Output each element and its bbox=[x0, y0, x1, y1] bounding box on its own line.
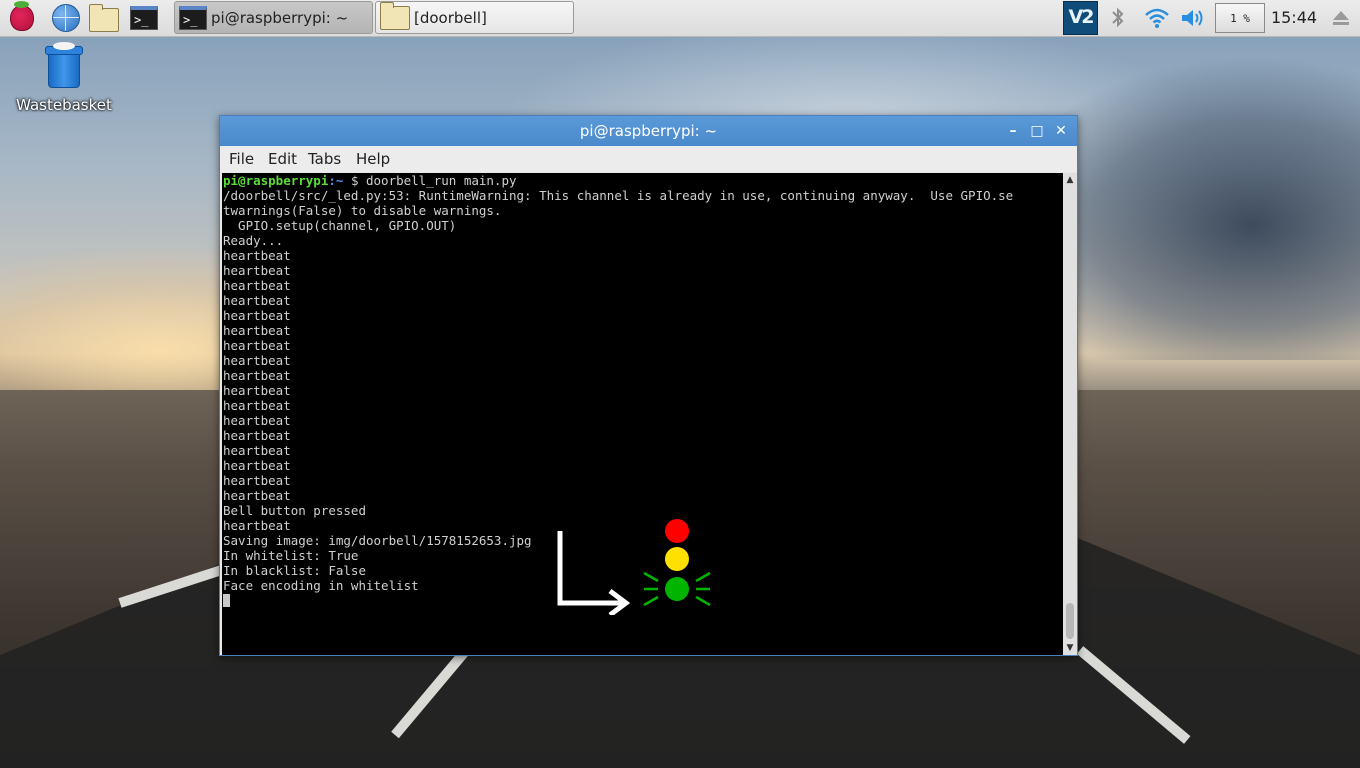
desktop-icon-wastebasket[interactable]: Wastebasket bbox=[14, 42, 114, 114]
window-titlebar[interactable]: pi@raspberrypi: ~ bbox=[220, 116, 1077, 146]
menu-help[interactable]: Help bbox=[356, 146, 390, 172]
terminal-line: heartbeat bbox=[223, 413, 291, 428]
taskbar: >_ >_ pi@raspberrypi: ~ [doorbell] V2 1 … bbox=[0, 0, 1360, 37]
terminal-line: heartbeat bbox=[223, 398, 291, 413]
terminal-line: heartbeat bbox=[223, 428, 291, 443]
terminal-line: heartbeat bbox=[223, 338, 291, 353]
maximize-button[interactable]: □ bbox=[1026, 116, 1048, 146]
terminal-line: heartbeat bbox=[223, 383, 291, 398]
terminal-line: heartbeat bbox=[223, 278, 291, 293]
wifi-icon[interactable] bbox=[1144, 6, 1170, 30]
vnc-server-icon[interactable]: V2 bbox=[1063, 1, 1098, 35]
terminal-line: heartbeat bbox=[223, 488, 291, 503]
prompt-symbol: $ bbox=[343, 173, 366, 188]
task-label: [doorbell] bbox=[414, 8, 487, 27]
text-cursor bbox=[223, 594, 230, 607]
task-label: pi@raspberrypi: ~ bbox=[211, 8, 349, 27]
menu-tabs[interactable]: Tabs bbox=[308, 146, 341, 172]
close-button[interactable]: ✕ bbox=[1050, 116, 1072, 146]
wastebasket-icon bbox=[45, 42, 83, 88]
terminal-line: heartbeat bbox=[223, 263, 291, 278]
desktop-icon-label: Wastebasket bbox=[16, 96, 112, 114]
scroll-down-arrow-icon[interactable]: ▼ bbox=[1063, 641, 1077, 655]
folder-icon bbox=[380, 1, 410, 30]
menu-file[interactable]: File bbox=[229, 146, 254, 172]
red-light-icon bbox=[665, 519, 689, 543]
terminal-line: twarnings(False) to disable warnings. bbox=[223, 203, 502, 218]
scroll-up-arrow-icon[interactable]: ▲ bbox=[1063, 173, 1077, 187]
menu-edit[interactable]: Edit bbox=[268, 146, 297, 172]
terminal-scrollbar[interactable]: ▲ ▼ bbox=[1063, 173, 1077, 655]
yellow-light-icon bbox=[665, 547, 689, 571]
eject-icon[interactable] bbox=[1330, 8, 1352, 28]
annotation-overlay bbox=[550, 515, 720, 617]
raspberry-menu-button[interactable] bbox=[7, 1, 37, 33]
browser-launcher-button[interactable] bbox=[51, 3, 81, 33]
terminal-prompt-line: pi@raspberrypi:~ $ doorbell_run main.py bbox=[222, 173, 1063, 188]
bluetooth-icon[interactable] bbox=[1108, 5, 1128, 31]
terminal-line: heartbeat bbox=[223, 308, 291, 323]
terminal-line: GPIO.setup(channel, GPIO.OUT) bbox=[223, 218, 457, 233]
terminal-line: heartbeat bbox=[223, 458, 291, 473]
terminal-line: Ready... bbox=[223, 233, 284, 248]
folder-icon bbox=[89, 3, 119, 32]
task-button-doorbell-folder[interactable]: [doorbell] bbox=[375, 1, 574, 34]
volume-icon[interactable] bbox=[1180, 6, 1208, 30]
minimize-button[interactable]: – bbox=[1002, 116, 1024, 146]
cpu-usage-monitor[interactable]: 1 % bbox=[1215, 3, 1265, 33]
prompt-user: pi@raspberrypi bbox=[223, 173, 329, 188]
menubar: File Edit Tabs Help bbox=[220, 146, 1077, 172]
prompt-command: doorbell_run main.py bbox=[366, 173, 517, 188]
clock[interactable]: 15:44 bbox=[1268, 0, 1320, 36]
terminal-line: heartbeat bbox=[223, 443, 291, 458]
traffic-light-annotation bbox=[557, 519, 711, 617]
scrollbar-thumb[interactable] bbox=[1066, 603, 1074, 639]
terminal-line: heartbeat bbox=[223, 293, 291, 308]
terminal-line: heartbeat bbox=[223, 323, 291, 338]
terminal-icon: >_ bbox=[130, 6, 158, 30]
terminal-line: heartbeat bbox=[223, 353, 291, 368]
globe-icon bbox=[52, 4, 80, 32]
task-button-terminal[interactable]: >_ pi@raspberrypi: ~ bbox=[174, 1, 373, 34]
prompt-path: :~ bbox=[328, 173, 344, 188]
terminal-line: heartbeat bbox=[223, 368, 291, 383]
window-title: pi@raspberrypi: ~ bbox=[579, 122, 718, 140]
green-light-icon bbox=[665, 577, 689, 601]
terminal-icon: >_ bbox=[179, 5, 207, 30]
terminal-line: heartbeat bbox=[223, 473, 291, 488]
raspberry-icon bbox=[10, 1, 34, 31]
file-manager-launcher-button[interactable] bbox=[89, 3, 119, 33]
terminal-launcher-button[interactable]: >_ bbox=[129, 3, 159, 33]
terminal-line: /doorbell/src/_led.py:53: RuntimeWarning… bbox=[223, 188, 1014, 203]
terminal-line: heartbeat bbox=[223, 248, 291, 263]
